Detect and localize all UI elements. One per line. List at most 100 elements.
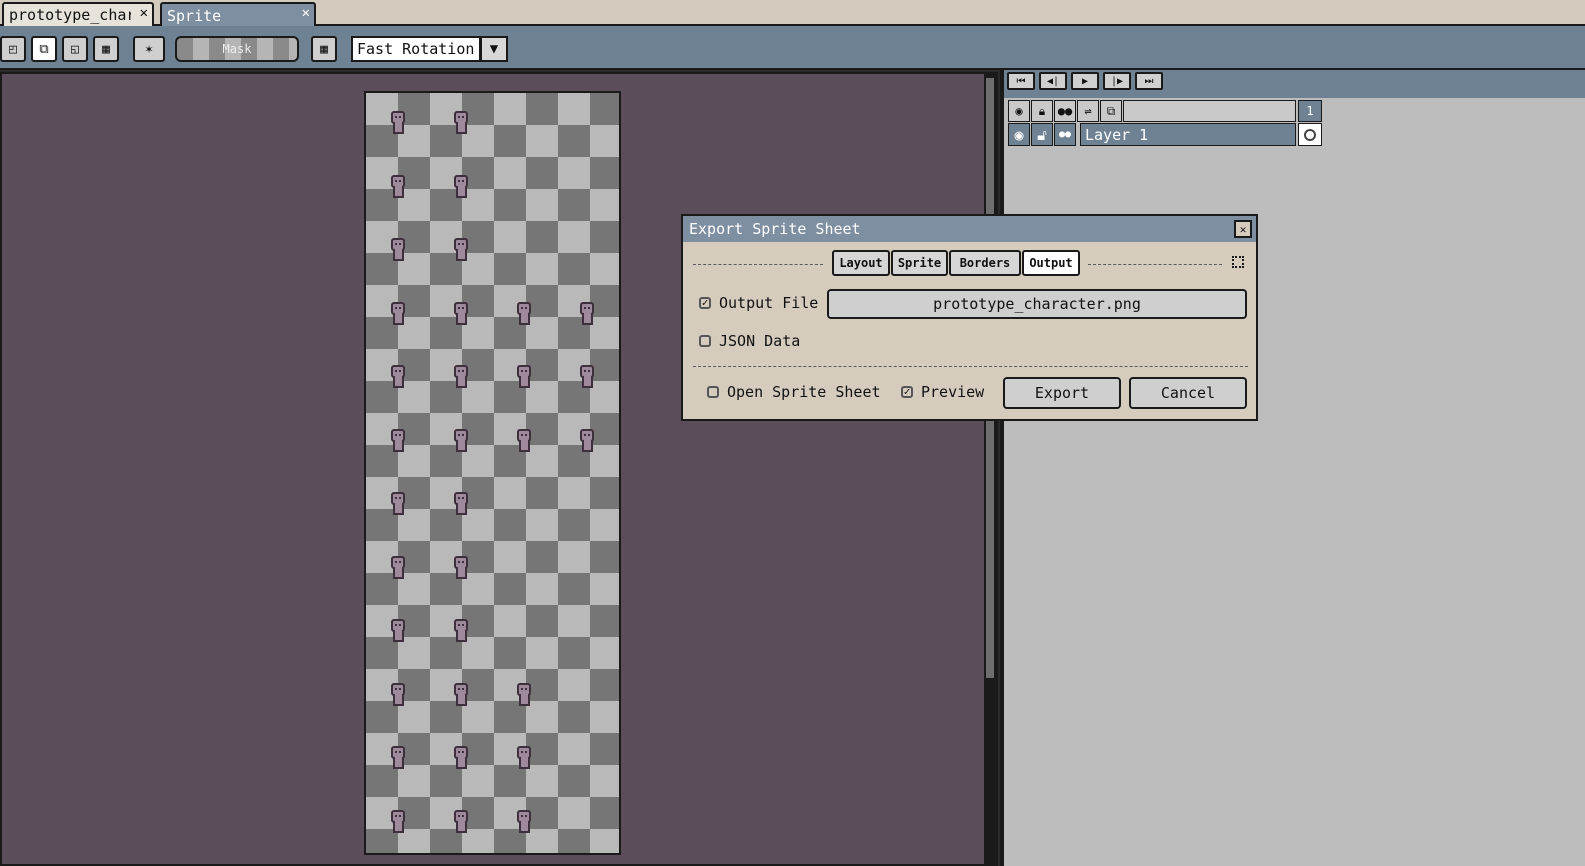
sprite-frame <box>514 301 534 326</box>
dialog-title-bar[interactable]: Export Sprite Sheet ✕ <box>683 216 1256 242</box>
json-data-label: JSON Data <box>719 332 801 350</box>
sprite-frame <box>388 555 408 580</box>
export-button[interactable]: Export <box>1003 377 1121 409</box>
tab-sprite[interactable]: Sprite <box>891 250 948 276</box>
mask-label: Mask <box>222 42 252 56</box>
tab-layout[interactable]: Layout <box>832 250 890 276</box>
sprite-frame <box>451 555 471 580</box>
close-icon[interactable]: ✕ <box>1234 220 1252 238</box>
sprite-frame <box>451 809 471 834</box>
selection-add-icon[interactable]: ⧉ <box>31 36 57 62</box>
tab-label: Sprite <box>167 7 222 25</box>
sprite-frame <box>388 301 408 326</box>
lock-icon[interactable]: 🔓︎ <box>1031 123 1053 146</box>
preview-checkbox[interactable]: ✓ <box>901 386 913 398</box>
timeline-panel: ⏮ ◀| ▶ |▶ ⏭ ◉ 🔒︎ ●● ⇌ ⧉ 1 ◉ 🔓︎ ●● Layer … <box>1000 70 1585 866</box>
json-data-checkbox[interactable] <box>699 335 711 347</box>
frame-header[interactable]: 1 <box>1298 100 1322 122</box>
layer-header-spacer <box>1123 100 1296 122</box>
output-file-button[interactable]: prototype_character.png <box>827 289 1247 319</box>
sprite-frame <box>388 492 408 516</box>
sprite-frame <box>388 619 408 643</box>
tab-sprite[interactable]: Sprite ✕ <box>160 2 316 28</box>
sprite-frame <box>451 238 471 262</box>
sprite-frame <box>388 428 408 453</box>
sprite-frame <box>388 746 408 770</box>
sprite-frame <box>388 809 408 834</box>
separator <box>1088 264 1222 265</box>
output-file-value: prototype_character.png <box>933 295 1141 313</box>
sprite-frame <box>388 111 408 135</box>
sprite-frame <box>451 428 471 453</box>
eye-icon[interactable]: ◉ <box>1008 100 1030 122</box>
separator <box>693 264 823 265</box>
last-frame-icon[interactable]: ⏭ <box>1135 72 1163 90</box>
preview-label: Preview <box>921 383 985 401</box>
output-file-label: Output File <box>719 294 819 312</box>
sprite-frame <box>577 301 597 326</box>
onion-skin-icon[interactable]: ⧉ <box>1100 100 1122 122</box>
selection-intersect-icon[interactable]: ▦ <box>93 36 119 62</box>
sprite-frame <box>388 174 408 199</box>
close-icon[interactable]: ✕ <box>140 5 148 21</box>
tab-label: prototype_character <box>9 6 131 24</box>
export-sprite-sheet-dialog: Export Sprite Sheet ✕ Layout Sprite Bord… <box>681 214 1258 421</box>
sprite-frame <box>451 746 471 770</box>
sprite-frame <box>514 682 534 707</box>
sprite-frame <box>577 365 597 389</box>
sprite-frame <box>451 492 471 516</box>
separator <box>693 366 1248 367</box>
pivot-icon[interactable]: ▦ <box>311 36 337 62</box>
tab-bar: prototype_character ✕ Sprite ✕ <box>0 0 1585 28</box>
sprite-frame <box>514 365 534 389</box>
tab-prototype-character[interactable]: prototype_character ✕ <box>2 2 154 26</box>
sprite-frame <box>451 682 471 707</box>
sprite-frame <box>388 238 408 262</box>
cel-dot-icon <box>1304 128 1316 141</box>
chevron-down-icon[interactable]: ▼ <box>480 36 508 62</box>
sprite-frame <box>451 619 471 643</box>
sprite-frame <box>514 809 534 834</box>
previous-frame-icon[interactable]: ◀| <box>1039 72 1067 90</box>
layer-group-icon[interactable]: ⇌ <box>1077 100 1099 122</box>
sprite-frame <box>451 365 471 389</box>
sprite-frame <box>451 174 471 199</box>
continuous-icon[interactable]: ●● <box>1054 123 1076 146</box>
layer-row[interactable]: Layer 1 <box>1080 123 1296 146</box>
selection-subtract-icon[interactable]: ◱ <box>62 36 88 62</box>
lock-icon[interactable]: 🔒︎ <box>1031 100 1053 122</box>
sprite-canvas[interactable] <box>0 72 998 866</box>
sprite-frame <box>514 428 534 453</box>
open-sprite-sheet-checkbox[interactable] <box>707 386 719 398</box>
selection-replace-icon[interactable]: ◰ <box>0 36 26 62</box>
open-sprite-sheet-label: Open Sprite Sheet <box>727 383 881 401</box>
close-icon[interactable]: ✕ <box>302 5 310 21</box>
sprite-frame <box>451 301 471 326</box>
mask-color-button[interactable]: Mask <box>175 36 299 62</box>
cancel-button[interactable]: Cancel <box>1129 377 1247 409</box>
sprite-frame <box>451 111 471 135</box>
eye-icon[interactable]: ◉ <box>1008 123 1030 146</box>
sprite-sheet-preview <box>364 91 621 855</box>
cel[interactable] <box>1298 123 1322 146</box>
sprite-frame <box>388 682 408 707</box>
frame-number: 1 <box>1306 104 1314 118</box>
timeline-toolbar: ⏮ ◀| ▶ |▶ ⏭ <box>1004 70 1585 98</box>
layer-name: Layer 1 <box>1085 125 1149 144</box>
sprite-frame <box>577 428 597 453</box>
context-toolbar: ◰ ⧉ ◱ ▦ ✶ Mask ▦ Fast Rotation ▼ <box>0 26 1585 70</box>
first-frame-icon[interactable]: ⏮ <box>1007 72 1035 90</box>
continuous-icon[interactable]: ●● <box>1054 100 1076 122</box>
rotation-value: Fast Rotation <box>357 40 475 58</box>
play-icon[interactable]: ▶ <box>1071 72 1099 90</box>
next-frame-icon[interactable]: |▶ <box>1103 72 1131 90</box>
output-file-checkbox[interactable]: ✓ <box>699 297 711 309</box>
tab-output[interactable]: Output <box>1022 250 1080 276</box>
dialog-title: Export Sprite Sheet <box>689 220 861 238</box>
expand-icon[interactable] <box>1232 256 1244 268</box>
tab-borders[interactable]: Borders <box>949 250 1021 276</box>
sprite-frame <box>514 746 534 770</box>
rotation-algorithm-select[interactable]: Fast Rotation <box>351 36 481 62</box>
transparent-color-icon[interactable]: ✶ <box>133 36 165 62</box>
sprite-frame <box>388 365 408 389</box>
